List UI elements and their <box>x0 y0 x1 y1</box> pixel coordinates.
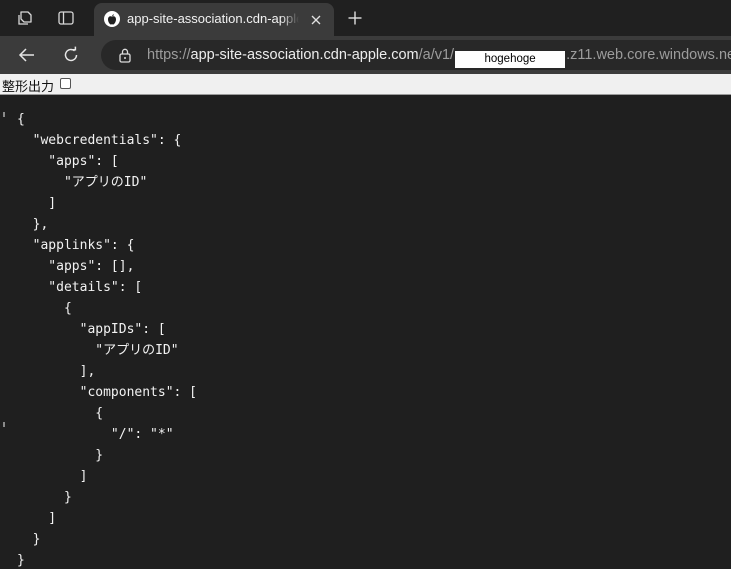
vertical-tabs-icon[interactable] <box>53 6 79 30</box>
apple-favicon-icon <box>104 11 120 27</box>
close-tab-icon[interactable] <box>308 12 324 28</box>
json-line: "webcredentials": { <box>17 133 182 148</box>
json-line: { <box>17 406 104 421</box>
pretty-print-label: 整形出力 <box>2 79 55 94</box>
browser-window: app-site-association.cdn-apple.com <box>0 0 731 569</box>
json-line: "アプリのID" <box>17 175 148 190</box>
new-tab-icon[interactable] <box>343 6 367 30</box>
url-suffix: .z11.web.core.windows.net <box>566 47 731 63</box>
json-line: "applinks": { <box>17 238 135 253</box>
fold-marker <box>3 112 5 117</box>
active-tab[interactable]: app-site-association.cdn-apple.com <box>94 3 334 36</box>
json-line: } <box>17 448 104 463</box>
pretty-print-bar: 整形出力 <box>0 74 731 95</box>
toolbar: https://app-site-association.cdn-apple.c… <box>0 36 731 74</box>
json-line: }, <box>17 217 49 232</box>
json-line: "/": "*" <box>17 427 174 442</box>
json-line: "apps": [], <box>17 259 135 274</box>
page-content: 整形出力 { "webcredentials": { "apps": [ "アプ… <box>0 74 731 569</box>
address-bar[interactable]: https://app-site-association.cdn-apple.c… <box>101 40 731 70</box>
url-host: app-site-association.cdn-apple.com <box>190 47 419 63</box>
fold-marker <box>3 422 5 427</box>
redacted-segment: hogehoge <box>455 51 566 68</box>
refresh-icon[interactable] <box>58 43 84 67</box>
tab-strip: app-site-association.cdn-apple.com <box>0 0 731 36</box>
json-line: } <box>17 553 25 568</box>
workspaces-icon[interactable] <box>12 6 38 30</box>
json-line: ] <box>17 469 88 484</box>
json-line: } <box>17 532 41 547</box>
back-arrow-icon[interactable] <box>14 43 40 67</box>
json-line: "appIDs": [ <box>17 322 166 337</box>
json-line: ], <box>17 364 96 379</box>
json-line: { <box>17 301 72 316</box>
url-path: /a/v1/ <box>418 47 455 63</box>
json-line: "apps": [ <box>17 154 119 169</box>
json-line: "components": [ <box>17 385 198 400</box>
url-text[interactable]: https://app-site-association.cdn-apple.c… <box>147 47 731 68</box>
json-line: { <box>17 112 25 127</box>
pretty-print-checkbox[interactable] <box>60 78 71 89</box>
tab-title: app-site-association.cdn-apple.com <box>127 11 299 26</box>
lock-icon[interactable] <box>117 47 133 63</box>
json-line: ] <box>17 196 57 211</box>
json-view: { "webcredentials": { "apps": [ "アプリのID"… <box>17 109 197 569</box>
json-line: "details": [ <box>17 280 143 295</box>
json-line: "アプリのID" <box>17 343 179 358</box>
json-line: } <box>17 490 72 505</box>
json-line: ] <box>17 511 57 526</box>
url-scheme: https:// <box>147 47 191 63</box>
